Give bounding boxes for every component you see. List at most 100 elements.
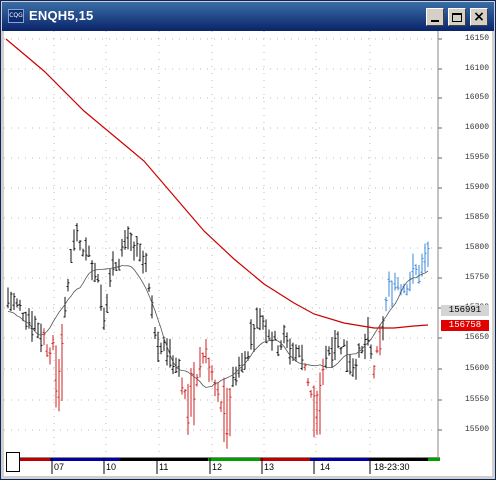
price-bar — [81, 248, 85, 257]
price-bar — [339, 346, 343, 355]
price-bar — [351, 358, 355, 377]
price-bar — [312, 385, 316, 438]
price-bar — [330, 336, 334, 368]
price-bar — [249, 319, 253, 350]
price-bar — [12, 292, 16, 311]
price-bar — [372, 365, 376, 379]
session-segment — [310, 458, 370, 461]
price-chart[interactable] — [4, 31, 492, 476]
date-label: 07 — [54, 462, 65, 472]
price-bar — [6, 287, 10, 309]
session-segment — [260, 458, 310, 461]
price-bar — [396, 277, 400, 291]
price-bar — [96, 273, 100, 283]
price-bar — [141, 250, 145, 274]
price-bar — [9, 291, 13, 312]
price-bar — [237, 356, 241, 378]
price-label: 16000 — [464, 123, 489, 132]
chart-grid — [4, 31, 442, 457]
price-bar — [255, 307, 259, 329]
price-bar — [69, 248, 73, 264]
close-button[interactable]: × — [470, 8, 488, 26]
price-bar — [270, 331, 274, 351]
price-bar — [72, 229, 76, 251]
price-label: 15900 — [464, 183, 489, 192]
price-bar — [54, 345, 58, 408]
price-bar — [327, 346, 331, 356]
date-label: 18-23:30 — [374, 462, 410, 472]
price-bar — [57, 359, 61, 412]
price-bar — [420, 253, 424, 277]
price-bar — [168, 338, 172, 368]
price-bar — [411, 253, 415, 284]
price-bar — [132, 241, 136, 261]
price-bar — [93, 262, 97, 283]
price-bar — [276, 345, 280, 357]
price-bar — [378, 324, 382, 356]
price-bar — [261, 315, 265, 330]
price-bar — [33, 315, 37, 331]
price-label: 15800 — [464, 243, 489, 252]
price-bar — [225, 387, 229, 449]
price-bar — [222, 377, 226, 442]
price-label: 16150 — [464, 34, 489, 43]
price-bar — [324, 345, 328, 369]
title-bar[interactable]: CQG ENQH5,15 × — [2, 2, 494, 31]
price-bar — [414, 264, 418, 276]
price-bar — [42, 328, 46, 346]
maximize-button[interactable] — [448, 8, 466, 26]
price-bar — [393, 272, 397, 291]
price-bar — [186, 383, 190, 435]
price-label: 15500 — [464, 425, 489, 434]
price-bar — [150, 295, 154, 319]
price-bar — [405, 284, 409, 296]
price-bar — [144, 252, 148, 273]
price-label: 16050 — [464, 93, 489, 102]
price-bar — [135, 236, 139, 257]
price-bar — [51, 335, 55, 351]
price-bar — [300, 344, 304, 371]
price-bar — [207, 357, 211, 382]
minimize-button[interactable] — [426, 8, 444, 26]
price-bar — [126, 226, 130, 250]
price-bar — [285, 332, 289, 349]
price-bar — [282, 324, 286, 344]
price-bar — [147, 283, 151, 292]
price-bar — [345, 340, 349, 372]
price-bar — [75, 223, 79, 242]
price-bar — [294, 344, 298, 362]
price-bar — [177, 358, 181, 377]
price-label: 15600 — [464, 364, 489, 373]
scroll-handle[interactable] — [6, 452, 20, 472]
price-bar — [426, 241, 430, 267]
price-bar — [18, 299, 22, 311]
price-bar — [273, 330, 277, 341]
price-bar — [15, 298, 19, 308]
price-bar — [87, 245, 91, 257]
date-label: 12 — [212, 462, 223, 472]
session-segment — [428, 458, 440, 461]
price-bar — [348, 353, 352, 375]
price-bar — [66, 278, 70, 292]
price-label: 15650 — [464, 333, 489, 342]
date-label: 11 — [159, 462, 169, 472]
price-bar — [153, 326, 157, 339]
price-bar — [117, 258, 121, 271]
price-label: 16100 — [464, 64, 489, 73]
price-bar — [387, 271, 391, 297]
price-label: 15750 — [464, 273, 489, 282]
price-bar — [111, 251, 115, 276]
price-bar — [234, 366, 238, 386]
price-bar — [288, 338, 292, 365]
price-bar — [309, 389, 313, 398]
price-bar — [102, 307, 106, 330]
price-bar — [129, 232, 133, 251]
price-label: 15950 — [464, 153, 489, 162]
price-bar — [45, 344, 49, 357]
price-bar — [252, 324, 256, 352]
slow-moving-average-line — [5, 38, 429, 329]
price-bars — [6, 223, 430, 449]
price-bar — [63, 296, 67, 318]
cqg-icon: CQG — [8, 9, 24, 23]
chart-area[interactable] — [4, 31, 492, 476]
